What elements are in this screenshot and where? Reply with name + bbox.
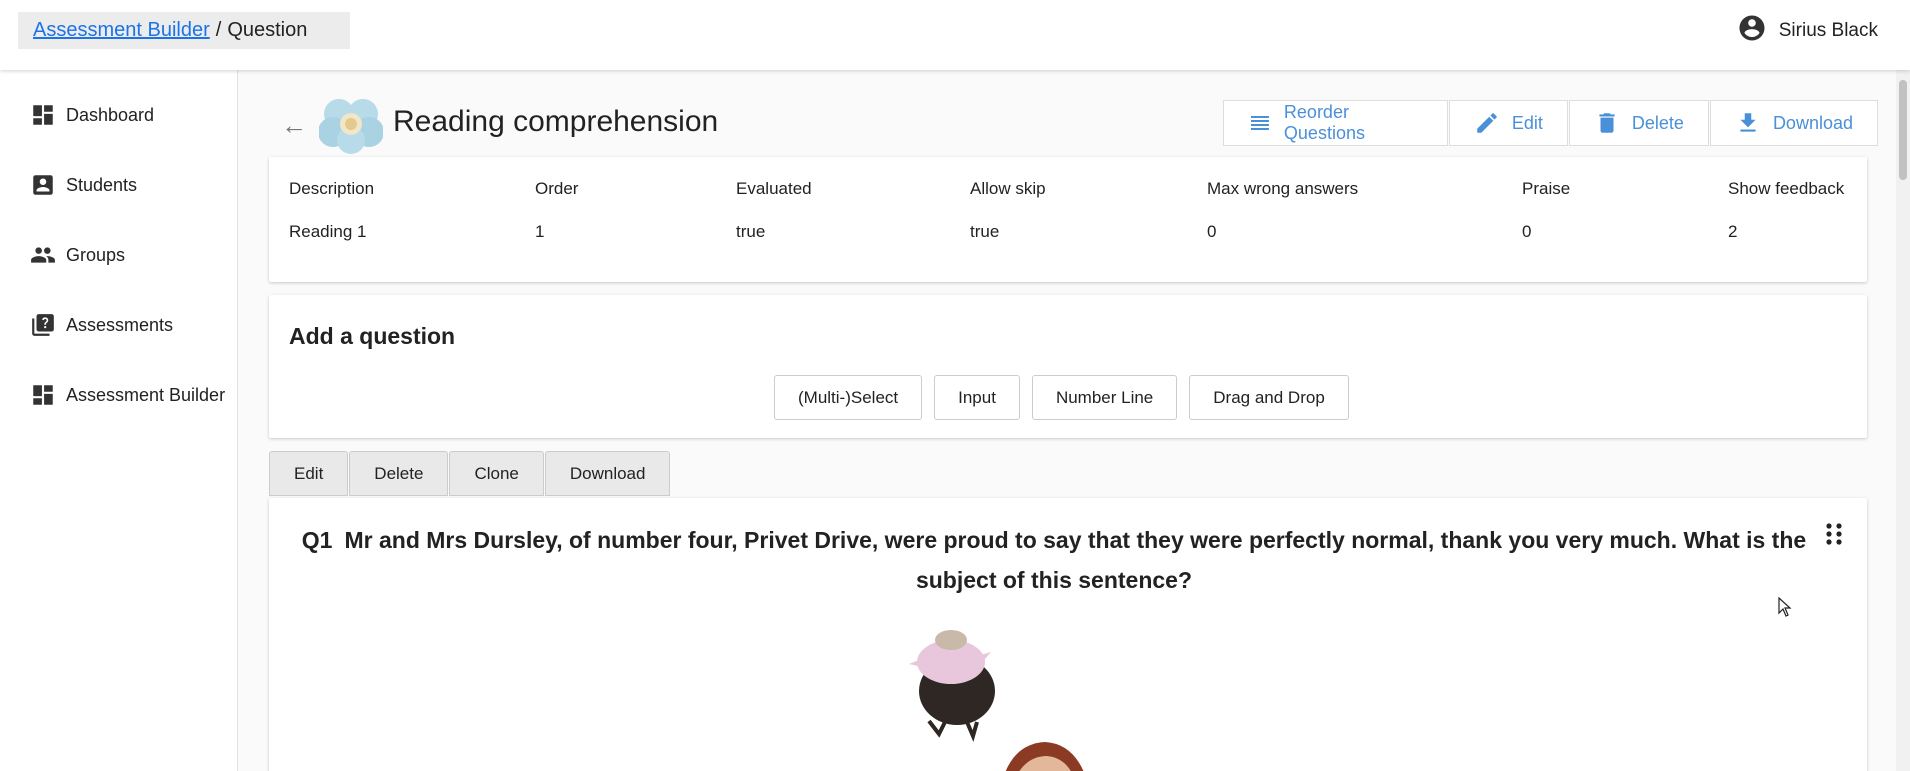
assessment-actions: Reorder Questions Edit Delete Download — [1223, 100, 1879, 146]
sidebar-item-groups[interactable]: Groups — [0, 220, 237, 290]
reorder-icon — [1250, 116, 1269, 130]
sidebar-item-label: Assessments — [66, 314, 174, 335]
sidebar-item-label: Groups — [66, 244, 126, 265]
sidebar-item-label: Students — [66, 174, 138, 195]
info-header: Show feedback — [1728, 179, 1845, 198]
add-question-card: Add a question (Multi-)Select Input Numb… — [269, 295, 1867, 438]
delete-label: Delete — [1631, 112, 1684, 133]
pencil-icon — [1477, 113, 1497, 133]
mouse-cursor-icon — [1778, 597, 1792, 617]
assessment-header: ← Reading comprehension Reorder Question… — [239, 70, 1879, 160]
info-header: Praise — [1522, 179, 1571, 198]
question-clone-button[interactable]: Clone — [449, 451, 544, 496]
question-text: Mr and Mrs Dursley, of number four, Priv… — [344, 527, 1807, 593]
breadcrumb-separator: / — [215, 19, 222, 41]
sidebar-item-label: Assessment Builder — [66, 384, 226, 405]
input-button[interactable]: Input — [934, 375, 1020, 420]
user-name: Sirius Black — [1778, 20, 1878, 41]
add-question-title: Add a question — [289, 323, 456, 349]
question-text-block: Q1 Mr and Mrs Dursley, of number four, Pr… — [289, 520, 1819, 600]
breadcrumb-current: Question — [227, 19, 308, 41]
scrollbar[interactable] — [1896, 70, 1910, 771]
info-header: Description — [289, 179, 375, 198]
info-value: 0 — [1207, 222, 1217, 241]
trash-icon — [1599, 113, 1615, 133]
reorder-questions-label: Reorder Questions — [1283, 102, 1365, 143]
groups-icon — [30, 242, 56, 268]
user-menu[interactable]: Sirius Black — [1737, 14, 1878, 48]
info-value-row: Reading 1 1 true true 0 0 2 — [289, 222, 1859, 242]
question-number: Q1 — [301, 527, 333, 553]
download-icon — [1740, 113, 1756, 132]
drag-handle-icon[interactable] — [1825, 522, 1843, 546]
reorder-questions-button[interactable]: Reorder Questions — [1223, 100, 1448, 146]
question-library-icon — [30, 312, 56, 338]
assessment-info-card: Description Order Evaluated Allow skip M… — [269, 157, 1867, 282]
question-edit-button[interactable]: Edit — [269, 451, 349, 496]
question-illustration — [909, 630, 1084, 771]
info-header: Max wrong answers — [1207, 179, 1359, 198]
question-download-button[interactable]: Download — [544, 451, 671, 496]
info-value: true — [736, 222, 766, 241]
info-value: 2 — [1728, 222, 1738, 241]
sidebar-item-label: Dashboard — [66, 104, 155, 125]
question-card: Q1 Mr and Mrs Dursley, of number four, Pr… — [269, 498, 1867, 771]
edit-label: Edit — [1511, 112, 1543, 133]
sidebar: Dashboard Students Groups Assessments As… — [0, 70, 238, 771]
multi-select-button[interactable]: (Multi-)Select — [774, 375, 923, 420]
scrollbar-thumb[interactable] — [1899, 80, 1907, 180]
info-value: true — [970, 222, 1000, 241]
info-header: Allow skip — [970, 179, 1046, 198]
delete-button[interactable]: Delete — [1568, 100, 1709, 146]
info-header: Order — [535, 179, 579, 198]
number-line-button[interactable]: Number Line — [1031, 375, 1178, 420]
sidebar-item-assessments[interactable]: Assessments — [0, 290, 237, 360]
page-title: Reading comprehension — [393, 105, 719, 138]
dashboard-icon — [30, 102, 56, 128]
download-label: Download — [1772, 112, 1853, 133]
question-toolbar: Edit Delete Clone Download — [269, 451, 671, 496]
dashboard-icon — [30, 382, 56, 408]
info-value: 0 — [1522, 222, 1532, 241]
sidebar-item-assessment-builder[interactable]: Assessment Builder — [0, 360, 237, 430]
main-content: ← Reading comprehension Reorder Question… — [239, 70, 1896, 771]
back-arrow-icon[interactable]: ← — [281, 110, 307, 141]
info-table: Description Order Evaluated Allow skip M… — [289, 179, 1859, 242]
breadcrumb-link-assessment-builder[interactable]: Assessment Builder — [33, 19, 210, 42]
drag-and-drop-button[interactable]: Drag and Drop — [1189, 375, 1349, 420]
info-header-row: Description Order Evaluated Allow skip M… — [289, 179, 1859, 199]
question-delete-button[interactable]: Delete — [349, 451, 449, 496]
account-circle-icon — [1737, 13, 1767, 49]
info-header: Evaluated — [736, 179, 812, 198]
sidebar-item-students[interactable]: Students — [0, 150, 237, 220]
breadcrumb: Assessment Builder / Question — [18, 12, 350, 49]
download-button[interactable]: Download — [1709, 100, 1878, 146]
question-type-buttons: (Multi-)Select Input Number Line Drag an… — [774, 375, 1349, 420]
edit-button[interactable]: Edit — [1448, 100, 1568, 146]
info-value: 1 — [535, 222, 545, 241]
sidebar-item-dashboard[interactable]: Dashboard — [0, 80, 237, 150]
top-app-bar: Assessment Builder / Question Sirius Bla… — [0, 0, 1910, 70]
student-card-icon — [30, 172, 56, 198]
info-value: Reading 1 — [289, 222, 367, 241]
flower-avatar-icon — [319, 99, 383, 154]
